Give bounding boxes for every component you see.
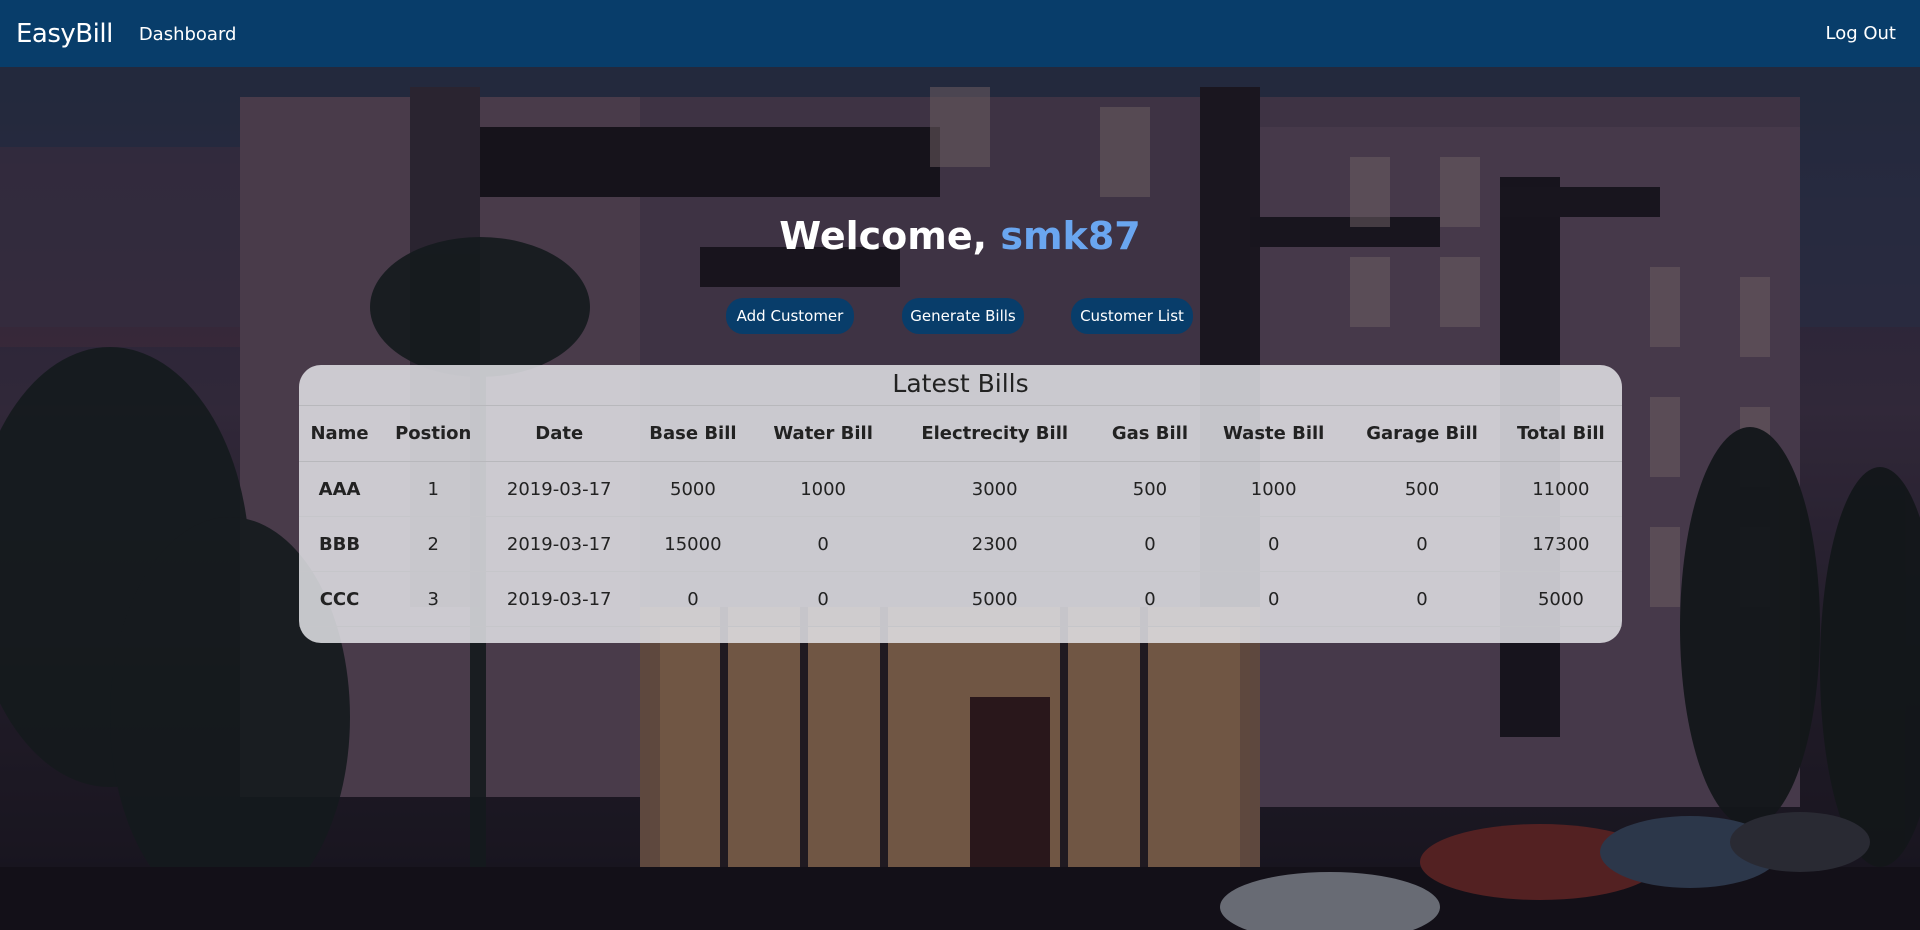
cell-garage-bill: 500 <box>1344 461 1500 517</box>
cell-gas-bill: 0 <box>1096 571 1204 627</box>
cell-base-bill: 5000 <box>632 461 754 517</box>
column-header-total-bill: Total Bill <box>1499 406 1622 462</box>
cell-electricity-bill: 3000 <box>892 461 1097 517</box>
latest-bills-card: Latest Bills Name Postion Date Base Bill… <box>299 365 1622 643</box>
cell-water-bill: 1000 <box>753 461 893 517</box>
nav-link-dashboard[interactable]: Dashboard <box>139 24 237 45</box>
welcome-prefix: Welcome, <box>779 214 1001 258</box>
latest-bills-title: Latest Bills <box>299 365 1622 406</box>
column-header-position: Postion <box>380 406 487 462</box>
table-row: AAA 1 2019-03-17 5000 1000 3000 500 1000… <box>299 461 1622 517</box>
cell-gas-bill: 0 <box>1096 516 1204 572</box>
cell-base-bill: 0 <box>632 571 754 627</box>
cell-position: 2 <box>380 516 487 572</box>
column-header-date: Date <box>486 406 633 462</box>
cell-electricity-bill: 2300 <box>892 516 1097 572</box>
logout-link[interactable]: Log Out <box>1825 23 1896 44</box>
welcome-username: smk87 <box>1000 214 1141 258</box>
customer-list-button[interactable]: Customer List <box>1071 298 1193 334</box>
table-row: BBB 2 2019-03-17 15000 0 2300 0 0 0 1730… <box>299 516 1622 572</box>
column-header-waste-bill: Waste Bill <box>1203 406 1345 462</box>
cell-position: 3 <box>380 571 487 627</box>
cell-waste-bill: 1000 <box>1203 461 1345 517</box>
generate-bills-button[interactable]: Generate Bills <box>902 298 1024 334</box>
cell-date: 2019-03-17 <box>486 571 633 627</box>
cell-total-bill: 17300 <box>1499 516 1622 572</box>
column-header-name: Name <box>299 406 381 462</box>
column-header-water-bill: Water Bill <box>753 406 893 462</box>
cell-date: 2019-03-17 <box>486 516 633 572</box>
column-header-garage-bill: Garage Bill <box>1344 406 1500 462</box>
cell-total-bill: 5000 <box>1499 571 1622 627</box>
cell-total-bill: 11000 <box>1499 461 1622 517</box>
cell-garage-bill: 0 <box>1344 571 1500 627</box>
welcome-heading: Welcome, smk87 <box>0 214 1920 258</box>
cell-name: CCC <box>299 571 381 627</box>
table-row: CCC 3 2019-03-17 0 0 5000 0 0 0 5000 <box>299 571 1622 627</box>
column-header-gas-bill: Gas Bill <box>1096 406 1204 462</box>
top-navbar: EasyBill Dashboard Log Out <box>0 0 1920 67</box>
cell-position: 1 <box>380 461 487 517</box>
cell-waste-bill: 0 <box>1203 516 1345 572</box>
cell-base-bill: 15000 <box>632 516 754 572</box>
cell-name: BBB <box>299 516 381 572</box>
cell-date: 2019-03-17 <box>486 461 633 517</box>
brand-logo[interactable]: EasyBill <box>16 19 113 49</box>
bills-table: Name Postion Date Base Bill Water Bill E… <box>299 406 1622 627</box>
cell-name: AAA <box>299 461 381 517</box>
cell-water-bill: 0 <box>753 571 893 627</box>
column-header-base-bill: Base Bill <box>632 406 754 462</box>
column-header-electricity-bill: Electrecity Bill <box>892 406 1097 462</box>
cell-gas-bill: 500 <box>1096 461 1204 517</box>
cell-garage-bill: 0 <box>1344 516 1500 572</box>
table-header-row: Name Postion Date Base Bill Water Bill E… <box>299 406 1622 462</box>
cell-electricity-bill: 5000 <box>892 571 1097 627</box>
cell-waste-bill: 0 <box>1203 571 1345 627</box>
cell-water-bill: 0 <box>753 516 893 572</box>
add-customer-button[interactable]: Add Customer <box>726 298 854 334</box>
